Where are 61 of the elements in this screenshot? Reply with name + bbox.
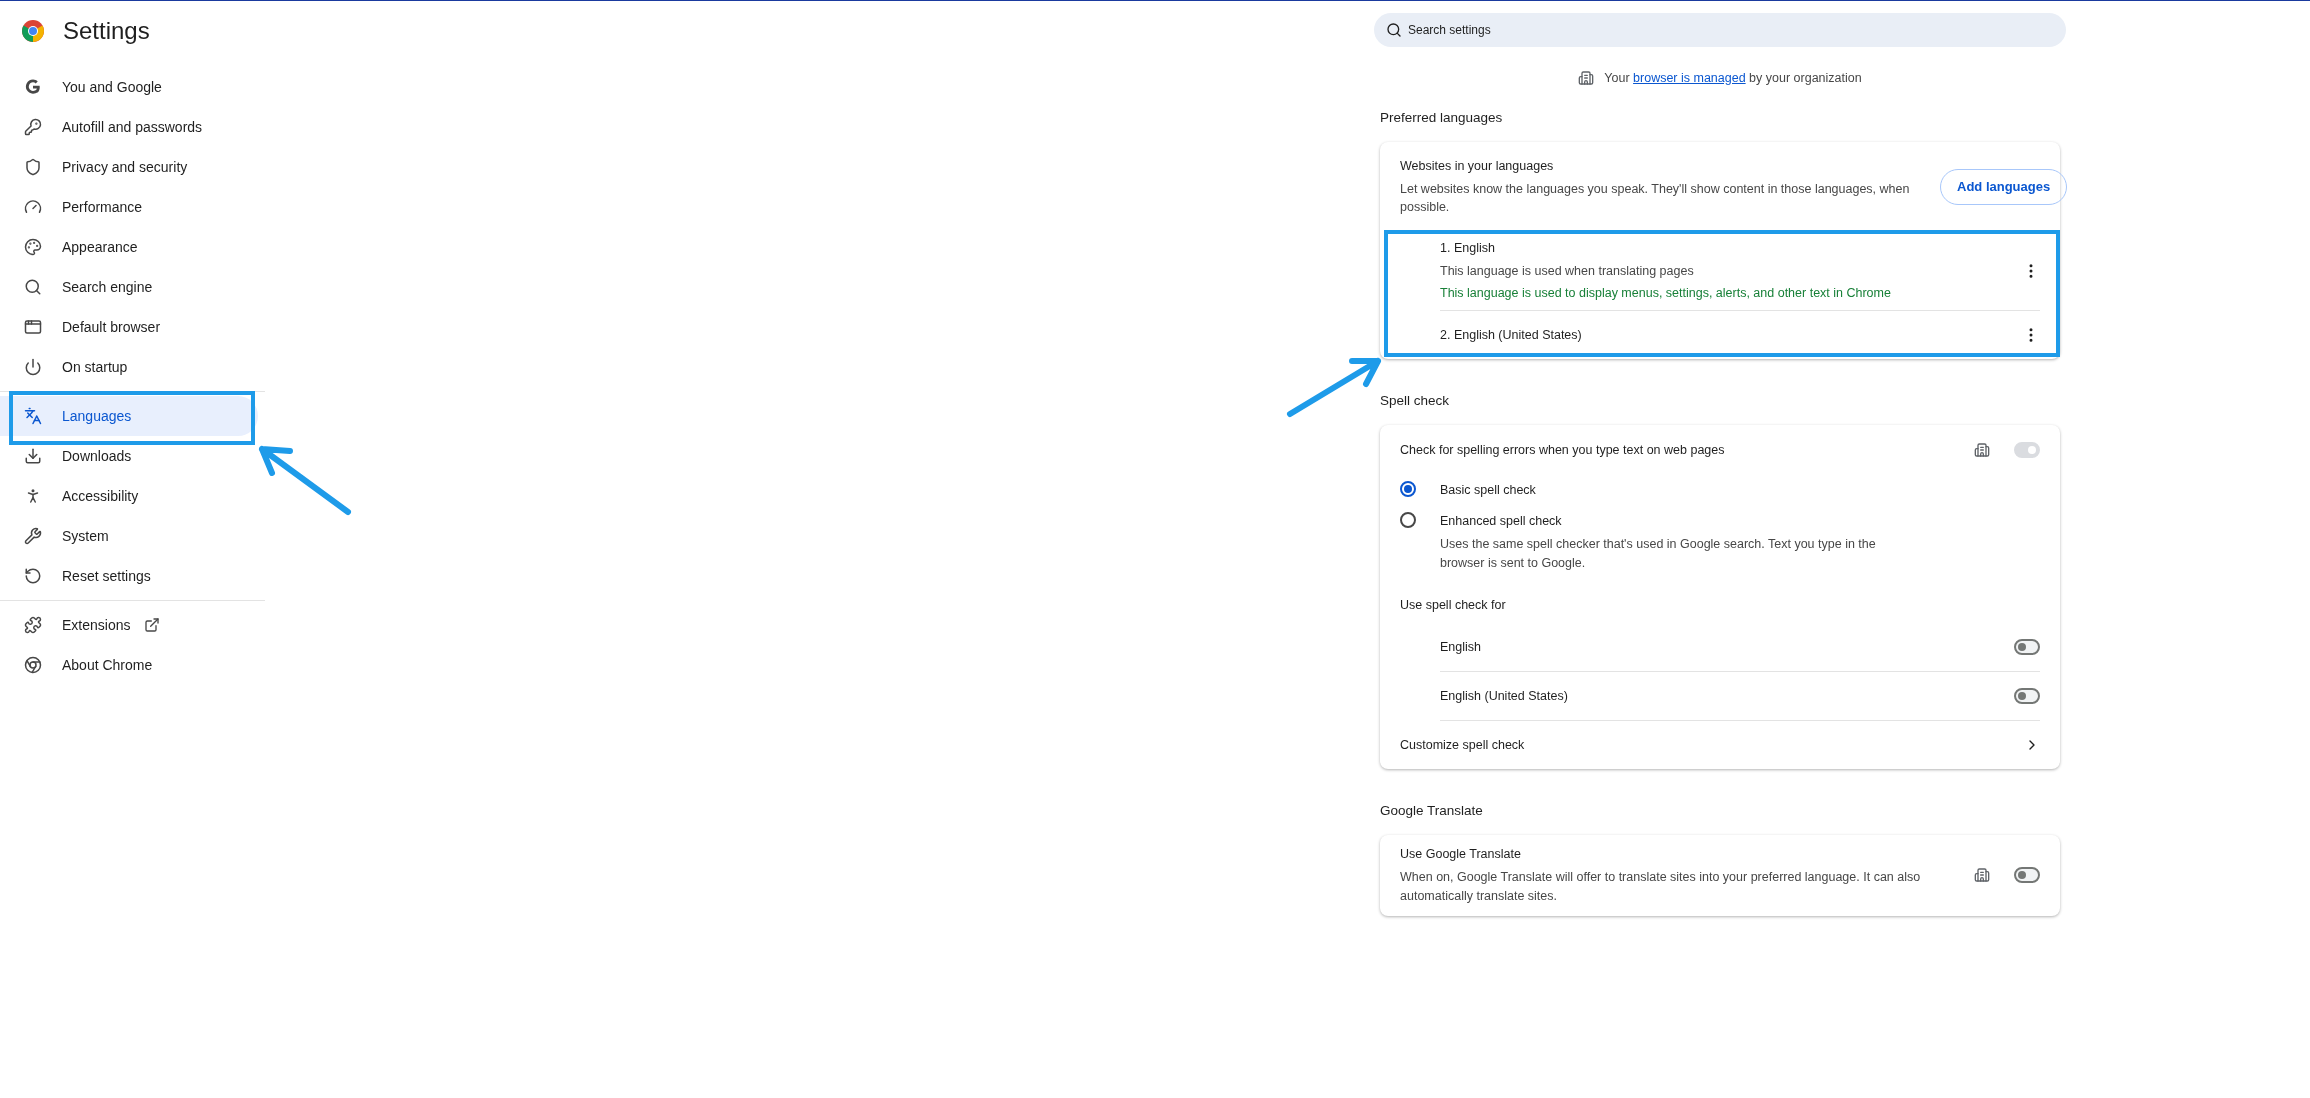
managed-link[interactable]: browser is managed	[1633, 71, 1746, 85]
toggle-switch[interactable]	[2014, 639, 2040, 655]
radio-label: Enhanced spell check	[1440, 513, 1563, 530]
sidebar-item[interactable]: Extensions	[0, 605, 258, 645]
language-note: This language is used to display menus, settings, alerts, and other text in Chrome	[1440, 285, 1892, 303]
sidebar-item[interactable]: About Chrome	[0, 645, 258, 685]
managed-notice: Your browser is managed by your organization	[1604, 70, 1862, 87]
sidebar-item[interactable]: On startup	[0, 347, 258, 387]
puzzle-icon	[24, 616, 42, 634]
chrome-icon	[24, 656, 42, 674]
card-description: Let websites know the languages you speak. They'll show content in those languages, when possible.	[1400, 180, 1911, 217]
gauge-icon	[24, 198, 42, 216]
external-link-icon	[144, 617, 161, 633]
language-name: English (United States)	[1440, 687, 1569, 705]
building-icon	[1578, 70, 1595, 87]
radio-button[interactable]	[1400, 512, 1416, 528]
section-heading: Preferred languages	[1380, 108, 1504, 127]
radio-button[interactable]	[1400, 481, 1416, 498]
setting-label: Use Google Translate	[1400, 846, 1522, 864]
wrench-icon	[24, 527, 42, 545]
language-name: 2. English (United States)	[1440, 326, 1583, 344]
reset-icon	[24, 567, 42, 585]
sidebar-item[interactable]: You and Google	[0, 67, 258, 107]
download-icon	[24, 447, 42, 465]
sidebar-item[interactable]: Autofill and passwords	[0, 107, 258, 147]
subheading: Use spell check for	[1399, 597, 1507, 615]
customize-row[interactable]: Customize spell check	[1380, 721, 2060, 769]
radio-description: Uses the same spell checker that's used in Google search. Text you type in the browser is sent to Google.	[1440, 535, 1877, 572]
power-icon	[24, 358, 42, 376]
toggle-switch[interactable]	[2014, 688, 2040, 704]
translate-icon	[24, 407, 42, 425]
search-field[interactable]: Search settings	[1374, 13, 2066, 47]
sidebar-item[interactable]: Languages	[0, 396, 258, 436]
section-heading: Google Translate	[1380, 802, 1484, 820]
language-name: 1. English	[1440, 239, 1496, 257]
page-title: Settings	[63, 16, 150, 46]
sidebar-item[interactable]: Accessibility	[0, 476, 258, 516]
shield-icon	[24, 158, 42, 176]
toggle-switch[interactable]	[2014, 867, 2040, 884]
sidebar-item[interactable]: Performance	[0, 187, 258, 227]
search-icon	[1386, 22, 1402, 38]
setting-description: When on, Google Translate will offer to translate sites into your preferred language. It can also automatically translate sites.	[1400, 869, 1922, 905]
sidebar-item[interactable]: System	[0, 516, 258, 556]
card-title: Websites in your languages	[1400, 157, 1555, 175]
window-icon	[24, 318, 42, 336]
sidebar-item[interactable]: Privacy and security	[0, 147, 258, 187]
browser-logo-icon	[21, 19, 45, 43]
setting-label: Check for spelling errors when you type text on web pages	[1400, 441, 1726, 459]
sidebar-item[interactable]: Reset settings	[0, 556, 258, 596]
key-icon	[24, 118, 42, 136]
g-letter-icon	[24, 78, 42, 96]
search-icon	[24, 278, 42, 296]
language-note: This language is used when translating pages	[1440, 262, 1695, 280]
sidebar-item[interactable]: Search engine	[0, 267, 258, 307]
palette-icon	[24, 238, 42, 256]
section-heading: Spell check	[1380, 392, 1451, 410]
sidebar-item[interactable]: Appearance	[0, 227, 258, 267]
sidebar-item[interactable]: Default browser	[0, 307, 258, 347]
radio-label: Basic spell check	[1440, 482, 1536, 500]
sidebar-item[interactable]: Downloads	[0, 436, 258, 476]
language-name: English	[1440, 638, 1482, 656]
